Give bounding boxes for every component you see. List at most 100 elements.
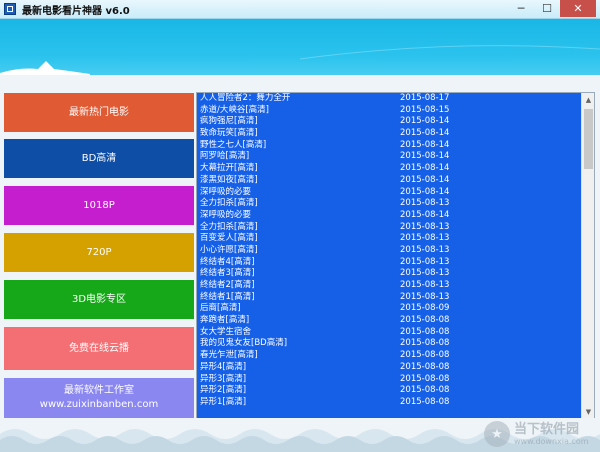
maximize-button[interactable]: ☐ (534, 0, 560, 17)
scroll-up-icon[interactable]: ▲ (582, 93, 595, 106)
movie-title: 阿罗哈[高清] (200, 151, 250, 162)
movie-list-row[interactable]: 百变爱人[高清] 2015-08-13 (197, 233, 581, 245)
movie-list-row[interactable]: 异形3[高清] 2015-08-08 (197, 374, 581, 386)
movie-list-row[interactable]: 春光乍泄[高清] 2015-08-08 (197, 350, 581, 362)
movie-date: 2015-08-15 (400, 104, 450, 115)
film-app-icon (4, 3, 16, 15)
movie-date: 2015-08-13 (400, 256, 450, 267)
movie-date: 2015-08-17 (400, 93, 450, 103)
movie-date: 2015-08-13 (400, 244, 450, 255)
movie-list-row[interactable]: 深呼吸的必要 2015-08-14 (197, 210, 581, 222)
movie-list-row[interactable]: 野性之七人[高清] 2015-08-14 (197, 140, 581, 152)
movie-list-row[interactable]: 我的见鬼女友[BD高清] 2015-08-08 (197, 338, 581, 350)
movie-list-row[interactable]: 后裔[高清] 2015-08-09 (197, 303, 581, 315)
movie-list-panel: 人人冒险者2：舞力全开 2015-08-17 赤道/大峡谷[高清] 2015-08-1… (196, 92, 595, 419)
movie-date: 2015-08-13 (400, 280, 450, 290)
movie-date: 2015-08-08 (400, 326, 450, 337)
movie-list-row[interactable]: 全力扣杀[高清] 2015-08-13 (197, 198, 581, 210)
movie-date: 2015-08-08 (400, 361, 450, 372)
movie-list-row[interactable]: 女大学生宿舍 2015-08-08 (197, 327, 581, 339)
movie-date: 2015-08-13 (400, 291, 450, 302)
studio-name: 最新软件工作室 (64, 385, 134, 396)
nav-free-cloud-play-button[interactable]: 免费在线云播 (4, 327, 194, 370)
movie-date: 2015-08-14 (400, 116, 450, 127)
movie-title: 大幕拉开[高清] (200, 163, 258, 174)
movie-list-row[interactable]: 人人冒险者2：舞力全开 2015-08-17 (197, 93, 581, 105)
movie-list-row[interactable]: 阿罗哈[高清] 2015-08-14 (197, 151, 581, 163)
movie-date: 2015-08-14 (400, 139, 450, 150)
nav-latest-movies-button[interactable]: 最新热门电影 (4, 93, 194, 132)
movie-title: 人人冒险者2：舞力全开 (200, 93, 291, 103)
movie-list-row[interactable]: 奔跑者[高清] 2015-08-08 (197, 315, 581, 327)
title-bar[interactable]: 最新电影看片神器 v6.0 ─ ☐ ✕ (0, 0, 600, 19)
movie-date: 2015-08-13 (400, 198, 450, 209)
site-watermark: ★ 当下软件园 www.downxia.com (484, 418, 592, 450)
nav-label: BD高清 (81, 152, 117, 164)
movie-list-row[interactable]: 深呼吸的必要 2015-08-14 (197, 187, 581, 199)
nav-label: 3D电影专区 (71, 293, 127, 305)
header-banner (0, 19, 600, 89)
movie-title: 异形1[高清] (200, 396, 247, 407)
movie-title: 春光乍泄[高清] (200, 350, 258, 361)
movie-title: 女大学生宿舍 (200, 326, 252, 337)
movie-date: 2015-08-14 (400, 163, 450, 174)
movie-title: 异形3[高清] (200, 373, 247, 384)
movie-date: 2015-08-08 (400, 350, 450, 361)
movie-list-row[interactable]: 疯狗强尼[高清] 2015-08-14 (197, 116, 581, 128)
nav-1018p-button[interactable]: 1018P (4, 186, 194, 225)
movie-date: 2015-08-08 (400, 338, 450, 349)
movie-date: 2015-08-13 (400, 233, 450, 244)
movie-list-row[interactable]: 全力扣杀[高清] 2015-08-13 (197, 222, 581, 234)
movie-list-row[interactable]: 大幕拉开[高清] 2015-08-14 (197, 163, 581, 175)
movie-title: 疯狗强尼[高清] (200, 116, 258, 127)
movie-date: 2015-08-14 (400, 209, 450, 220)
close-button[interactable]: ✕ (560, 0, 596, 17)
nav-bd-hd-button[interactable]: BD高清 (4, 139, 194, 178)
scroll-thumb[interactable] (584, 109, 593, 169)
movie-list-row[interactable]: 异形4[高清] 2015-08-08 (197, 362, 581, 374)
movie-date: 2015-08-08 (400, 373, 450, 384)
movie-title: 终结者2[高清] (200, 280, 255, 290)
nav-720p-button[interactable]: 720P (4, 233, 194, 272)
movie-date: 2015-08-09 (400, 303, 450, 314)
movie-title: 终结者1[高清] (200, 291, 255, 302)
movie-title: 漆黑如夜[高清] (200, 174, 258, 185)
movie-title: 奔跑者[高清] (200, 315, 250, 326)
movie-list-row[interactable]: 终结者2[高清] 2015-08-13 (197, 280, 581, 292)
vertical-scrollbar[interactable]: ▲ ▼ (581, 93, 594, 418)
movie-list-row[interactable]: 致命玩笑[高清] 2015-08-14 (197, 128, 581, 140)
movie-title: 深呼吸的必要 (200, 209, 252, 220)
movie-title: 全力扣杀[高清] (200, 198, 258, 209)
movie-title: 终结者4[高清] (200, 256, 255, 267)
movie-title: 小心许愿[高清] (200, 244, 258, 255)
movie-list[interactable]: 人人冒险者2：舞力全开 2015-08-17 赤道/大峡谷[高清] 2015-08-1… (197, 93, 581, 418)
watermark-url: www.downxia.com (514, 436, 589, 446)
minimize-button[interactable]: ─ (508, 0, 534, 17)
movie-date: 2015-08-08 (400, 385, 450, 396)
movie-list-row[interactable]: 小心许愿[高清] 2015-08-13 (197, 245, 581, 257)
movie-date: 2015-08-14 (400, 128, 450, 139)
movie-date: 2015-08-13 (400, 268, 450, 279)
movie-list-row[interactable]: 异形1[高清] 2015-08-08 (197, 397, 581, 409)
movie-list-row[interactable]: 异形2[高清] 2015-08-08 (197, 385, 581, 397)
movie-list-row[interactable]: 漆黑如夜[高清] 2015-08-14 (197, 175, 581, 187)
movie-date: 2015-08-14 (400, 186, 450, 197)
movie-title: 野性之七人[高清] (200, 139, 267, 150)
movie-list-row[interactable]: 终结者4[高清] 2015-08-13 (197, 257, 581, 269)
banner-wave-graphic (0, 45, 600, 89)
movie-list-row[interactable]: 终结者3[高清] 2015-08-13 (197, 268, 581, 280)
scroll-down-icon[interactable]: ▼ (582, 405, 595, 418)
nav-3d-movies-button[interactable]: 3D电影专区 (4, 280, 194, 319)
movie-title: 我的见鬼女友[BD高清] (200, 338, 288, 349)
window-controls: ─ ☐ ✕ (508, 0, 596, 18)
window-title: 最新电影看片神器 v6.0 (22, 5, 130, 17)
movie-title: 深呼吸的必要 (200, 186, 252, 197)
movie-list-row[interactable]: 终结者1[高清] 2015-08-13 (197, 292, 581, 304)
movie-title: 终结者3[高清] (200, 268, 255, 279)
movie-list-row[interactable]: 赤道/大峡谷[高清] 2015-08-15 (197, 105, 581, 117)
nav-studio-website-button[interactable]: 最新软件工作室 www.zuixinbanben.com (4, 378, 194, 418)
movie-date: 2015-08-08 (400, 315, 450, 326)
app-window: 最新电影看片神器 v6.0 ─ ☐ ✕ 最新热门电影 BD高清 1018P 72… (0, 0, 600, 452)
nav-label: 免费在线云播 (69, 342, 129, 354)
nav-label: 1018P (83, 199, 115, 211)
